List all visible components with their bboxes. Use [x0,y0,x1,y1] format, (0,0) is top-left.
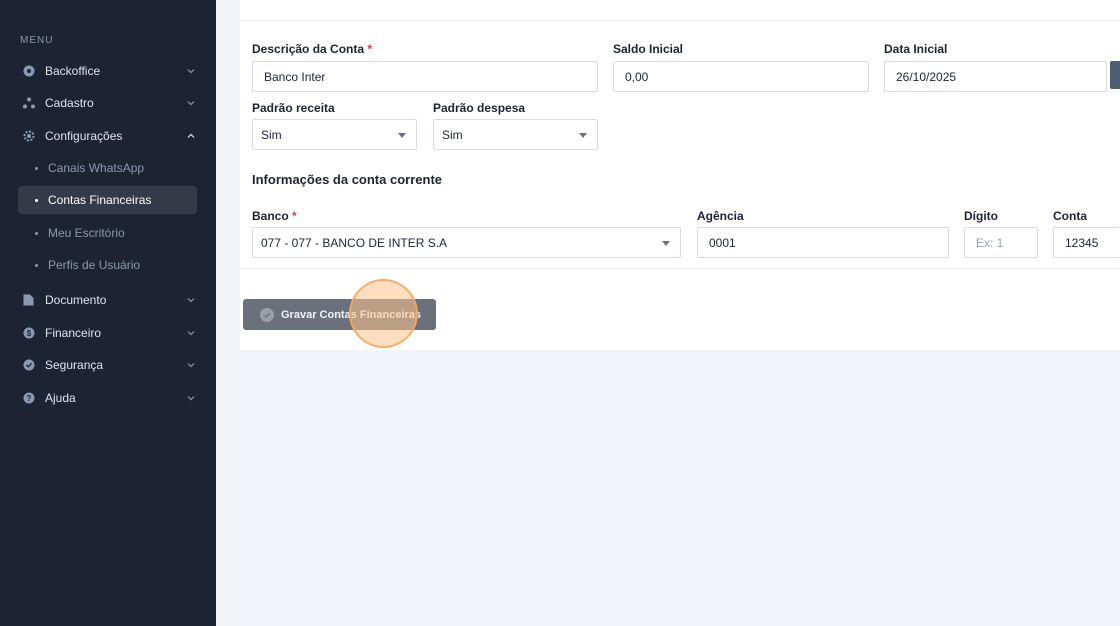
sidebar: MENU Backoffice Cadastro Configurações C… [0,0,216,626]
required-marker: * [367,42,373,56]
agencia-label: Agência [697,209,744,223]
digito-label: Dígito [964,209,998,223]
descricao-label-text: Descrição da Conta [252,42,365,56]
chevron-down-icon [186,295,196,305]
bullet-icon [35,263,38,267]
digito-input[interactable]: Ex: 1 [964,227,1038,258]
banco-select[interactable]: 077 - 077 - BANCO DE INTER S.A [252,227,681,258]
data-inicial-label: Data Inicial [884,42,948,56]
chevron-down-icon [186,393,196,403]
banco-label: Banco * [252,209,297,223]
conta-input[interactable]: 12345 [1053,227,1120,258]
sidebar-item-seguranca[interactable]: Segurança [18,353,198,377]
required-marker: * [292,209,297,223]
caret-down-icon [662,241,670,246]
descricao-input[interactable]: Banco Inter [252,61,598,92]
conta-label: Conta [1053,209,1087,223]
sidebar-item-label: Configurações [45,129,123,143]
padrao-receita-label: Padrão receita [252,101,335,115]
caret-down-icon [579,133,587,138]
sidebar-item-label: Financeiro [45,326,102,340]
sidebar-item-backoffice[interactable]: Backoffice [18,59,198,83]
sidebar-subitem-label: Perfis de Usuário [48,258,141,272]
save-button[interactable]: Gravar Contas Financeiras [243,299,436,330]
sidebar-subitem-label: Canais WhatsApp [48,161,145,175]
chevron-down-icon [186,98,196,108]
sidebar-subitem-meu-escritorio[interactable]: Meu Escritório [18,219,197,247]
padrao-despesa-value: Sim [442,127,463,142]
gear-icon [22,130,35,143]
caret-down-icon [398,133,406,138]
sidebar-item-financeiro[interactable]: $ Financeiro [18,321,198,345]
banco-label-text: Banco [252,209,289,223]
sidebar-subitem-label: Contas Financeiras [48,193,152,207]
banco-value: 077 - 077 - BANCO DE INTER S.A [261,235,448,250]
sidebar-item-label: Cadastro [45,96,94,110]
sidebar-item-label: Backoffice [45,64,101,78]
form-divider [240,268,1120,269]
chevron-up-icon [186,131,196,141]
saldo-inicial-input[interactable]: 0,00 [613,61,869,92]
sidebar-item-label: Segurança [45,358,104,372]
chevron-down-icon [186,328,196,338]
card-divider [240,20,1120,21]
svg-text:?: ? [26,394,31,403]
chevron-down-icon [186,66,196,76]
sidebar-subitem-contas-financeiras[interactable]: Contas Financeiras [18,186,197,214]
sidebar-item-label: Ajuda [45,391,76,405]
menu-heading: MENU [20,35,54,46]
bullet-icon [35,198,38,202]
sidebar-item-documento[interactable]: Documento [18,288,198,312]
document-icon [22,294,35,307]
section-title: Informações da conta corrente [252,172,442,187]
help-icon: ? [22,392,35,405]
chevron-down-icon [186,360,196,370]
sidebar-item-cadastro[interactable]: Cadastro [18,91,198,115]
dollar-icon: $ [22,327,35,340]
agencia-input[interactable]: 0001 [697,227,949,258]
calendar-button[interactable] [1110,61,1120,89]
saldo-inicial-label: Saldo Inicial [613,42,684,56]
sidebar-subitem-canais-whatsapp[interactable]: Canais WhatsApp [18,154,197,182]
svg-text:$: $ [26,329,31,338]
backoffice-icon [22,65,35,78]
save-button-label: Gravar Contas Financeiras [281,308,422,321]
data-inicial-input[interactable]: 26/10/2025 [884,61,1107,92]
sidebar-item-configuracoes[interactable]: Configurações [18,124,198,148]
bullet-icon [35,166,38,170]
padrao-despesa-select[interactable]: Sim [433,119,598,150]
descricao-label: Descrição da Conta * [252,42,372,56]
bullet-icon [35,231,38,235]
sidebar-item-ajuda[interactable]: ? Ajuda [18,386,198,410]
sidebar-item-label: Documento [45,293,107,307]
padrao-despesa-label: Padrão despesa [433,101,526,115]
padrao-receita-select[interactable]: Sim [252,119,417,150]
padrao-receita-value: Sim [261,127,282,142]
sidebar-subitem-perfis-de-usuario[interactable]: Perfis de Usuário [18,251,197,279]
sidebar-subitem-label: Meu Escritório [48,226,125,240]
cadastro-icon [22,97,35,110]
check-circle-icon [260,307,274,322]
shield-icon [22,359,35,372]
